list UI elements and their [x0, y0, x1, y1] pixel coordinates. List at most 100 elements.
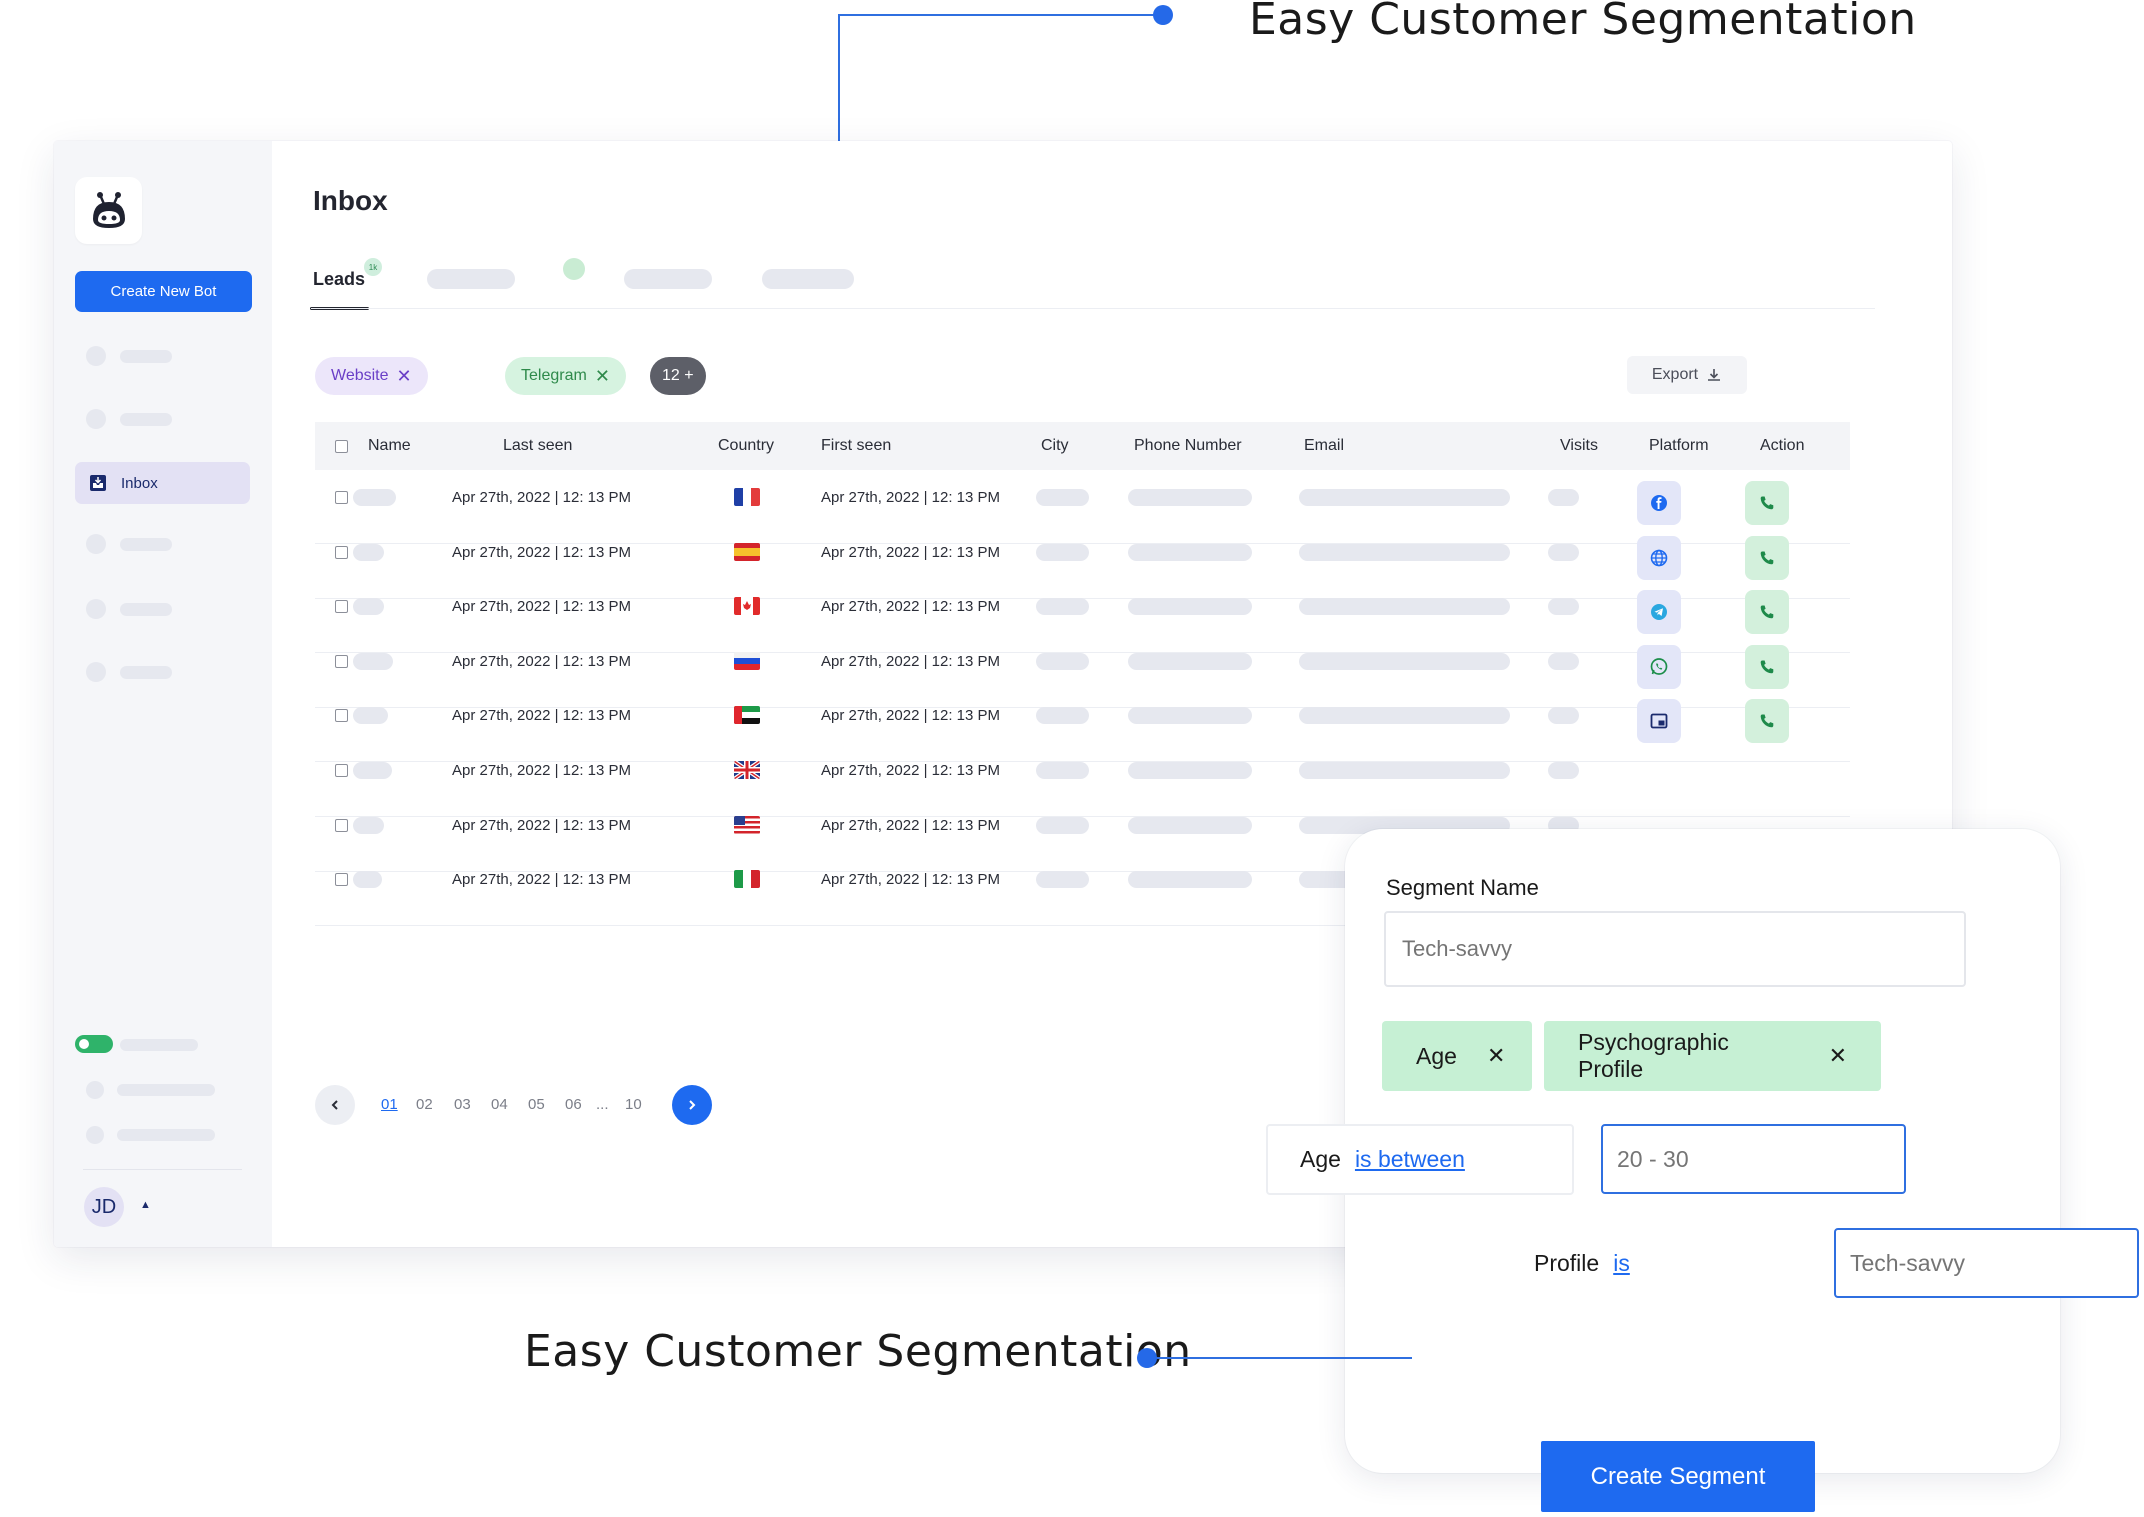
- page-link[interactable]: 03: [454, 1096, 471, 1113]
- platform-badge-facebook[interactable]: [1637, 481, 1681, 525]
- column-header-name[interactable]: Name: [368, 437, 411, 455]
- footer-placeholder-icon[interactable]: [86, 1081, 104, 1099]
- call-button[interactable]: [1745, 481, 1789, 525]
- last-seen-cell: Apr 27th, 2022 | 12: 13 PM: [452, 543, 632, 561]
- tabs-divider: [311, 308, 1875, 309]
- nav-item-placeholder-label: [120, 413, 172, 426]
- column-header-action[interactable]: Action: [1760, 437, 1804, 455]
- segment-name-label: Segment Name: [1386, 875, 1539, 900]
- segment-chip-label: Age: [1416, 1042, 1457, 1069]
- more-filters-chip[interactable]: 12 +: [650, 357, 706, 395]
- nav-item-placeholder-icon[interactable]: [86, 599, 106, 619]
- close-icon[interactable]: ✕: [397, 367, 412, 385]
- platform-badge-widget[interactable]: [1637, 699, 1681, 744]
- call-button[interactable]: [1745, 535, 1789, 580]
- page-link[interactable]: 01: [381, 1096, 398, 1113]
- tab-leads[interactable]: Leads: [313, 269, 365, 290]
- sidebar-item-inbox[interactable]: Inbox: [75, 462, 250, 504]
- previous-page-button[interactable]: [315, 1085, 355, 1125]
- platform-badge-whatsapp[interactable]: [1637, 644, 1681, 689]
- callout-dot-top: [1153, 5, 1173, 25]
- condition-operator-link[interactable]: is between: [1355, 1146, 1465, 1173]
- status-toggle[interactable]: [75, 1035, 113, 1053]
- nav-item-placeholder-icon[interactable]: [86, 346, 106, 366]
- last-seen-cell: Apr 27th, 2022 | 12: 13 PM: [452, 489, 632, 506]
- first-seen-cell: Apr 27th, 2022 | 12: 13 PM: [821, 598, 1001, 616]
- name-placeholder: [353, 652, 393, 670]
- next-page-button[interactable]: [672, 1085, 712, 1125]
- row-checkbox[interactable]: [335, 709, 348, 723]
- column-header-city[interactable]: City: [1041, 437, 1069, 455]
- nav-item-placeholder-label: [120, 350, 172, 363]
- row-checkbox[interactable]: [335, 654, 348, 668]
- condition-field-label: Age: [1300, 1146, 1341, 1172]
- column-header-phone[interactable]: Phone Number: [1134, 437, 1242, 455]
- page-link[interactable]: 04: [491, 1096, 508, 1113]
- facebook-icon: [1651, 495, 1667, 511]
- row-checkbox[interactable]: [335, 600, 348, 614]
- create-new-bot-button[interactable]: Create New Bot: [75, 271, 252, 312]
- profile-value-input[interactable]: [1834, 1228, 2139, 1298]
- row-checkbox[interactable]: [335, 873, 348, 887]
- nav-item-placeholder-icon[interactable]: [86, 662, 106, 682]
- row-checkbox[interactable]: [335, 818, 348, 832]
- segment-chip-psychographic-profile[interactable]: Psychographic Profile ✕: [1544, 1021, 1881, 1091]
- segment-name-input[interactable]: [1384, 911, 1966, 987]
- city-placeholder: [1036, 707, 1089, 725]
- name-placeholder: [353, 871, 382, 889]
- filter-chip-telegram[interactable]: Telegram ✕: [505, 357, 626, 395]
- call-button[interactable]: [1745, 644, 1789, 689]
- last-seen-cell: Apr 27th, 2022 | 12: 13 PM: [452, 598, 632, 616]
- column-header-country[interactable]: Country: [718, 437, 774, 455]
- phone-icon: [1760, 551, 1774, 564]
- tab-placeholder[interactable]: [427, 269, 515, 289]
- column-header-visits[interactable]: Visits: [1560, 437, 1598, 455]
- last-seen-cell: Apr 27th, 2022 | 12: 13 PM: [452, 652, 632, 670]
- call-button[interactable]: [1745, 699, 1789, 744]
- country-flag-france: [734, 488, 760, 506]
- row-checkbox[interactable]: [335, 545, 348, 559]
- first-seen-cell: Apr 27th, 2022 | 12: 13 PM: [821, 871, 1001, 889]
- name-placeholder: [353, 598, 384, 616]
- row-checkbox[interactable]: [335, 764, 348, 777]
- email-placeholder: [1299, 707, 1510, 725]
- export-button[interactable]: Export: [1627, 356, 1747, 394]
- page-link[interactable]: 05: [528, 1096, 545, 1113]
- bot-logo[interactable]: [75, 177, 142, 244]
- close-icon[interactable]: ✕: [1487, 1043, 1505, 1069]
- toggle-label-placeholder: [120, 1039, 198, 1051]
- nav-item-placeholder-label: [120, 666, 172, 679]
- nav-item-placeholder-icon[interactable]: [86, 409, 106, 429]
- filter-chip-website[interactable]: Website ✕: [315, 357, 428, 395]
- email-placeholder: [1299, 543, 1510, 561]
- page-link[interactable]: 02: [416, 1096, 433, 1113]
- column-header-platform[interactable]: Platform: [1649, 437, 1709, 455]
- column-header-email[interactable]: Email: [1304, 437, 1344, 455]
- tab-placeholder[interactable]: [762, 269, 854, 289]
- city-placeholder: [1036, 543, 1089, 561]
- create-segment-button[interactable]: Create Segment: [1541, 1441, 1815, 1512]
- footer-placeholder-icon[interactable]: [86, 1126, 104, 1144]
- age-range-input[interactable]: [1601, 1124, 1906, 1194]
- chevron-left-icon: [331, 1100, 338, 1110]
- page-link[interactable]: 10: [625, 1096, 642, 1113]
- column-header-first-seen[interactable]: First seen: [821, 437, 891, 455]
- close-icon[interactable]: ✕: [1829, 1043, 1847, 1069]
- select-all-checkbox[interactable]: [335, 440, 348, 453]
- first-seen-cell: Apr 27th, 2022 | 12: 13 PM: [821, 543, 1001, 561]
- platform-badge-website[interactable]: [1637, 535, 1681, 580]
- segment-chip-age[interactable]: Age ✕: [1382, 1021, 1532, 1091]
- callout-title-top: Easy Customer Segmentation: [1249, 0, 1917, 45]
- visits-placeholder: [1548, 707, 1579, 725]
- platform-badge-telegram[interactable]: [1637, 590, 1681, 635]
- call-button[interactable]: [1745, 590, 1789, 635]
- caret-up-icon[interactable]: ▲: [140, 1199, 151, 1211]
- avatar[interactable]: JD: [84, 1187, 124, 1227]
- column-header-last-seen[interactable]: Last seen: [503, 437, 572, 455]
- tab-placeholder[interactable]: [624, 269, 712, 289]
- row-checkbox[interactable]: [335, 491, 348, 504]
- nav-item-placeholder-icon[interactable]: [86, 534, 106, 554]
- page-link[interactable]: 06: [565, 1096, 582, 1113]
- close-icon[interactable]: ✕: [595, 367, 610, 385]
- condition-operator-link[interactable]: is: [1613, 1250, 1630, 1277]
